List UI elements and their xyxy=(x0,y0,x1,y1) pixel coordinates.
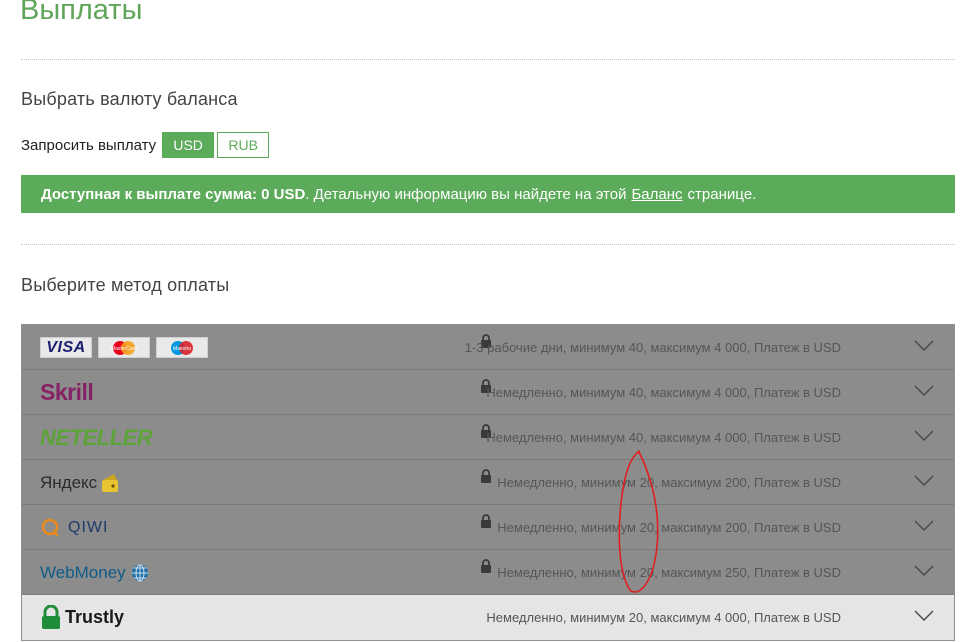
banner-amount: 0 USD xyxy=(261,185,306,203)
neteller-logo: NETELLER xyxy=(40,424,153,450)
yandex-logo: Яндекс xyxy=(40,460,120,505)
mastercard-logo: MasterCard xyxy=(98,337,150,358)
payment-method-yandex[interactable]: Яндекс Немедленно, минимум 20, максимум … xyxy=(22,460,954,505)
banner-prefix: Доступная к выплате сумма: xyxy=(41,185,257,203)
divider-top xyxy=(21,59,955,60)
banner-suffix: страницe. xyxy=(687,185,757,203)
qiwi-icon xyxy=(41,518,59,537)
methods-section-title: Выберите метод оплаты xyxy=(21,275,230,295)
visa-logo: VISA xyxy=(40,337,92,358)
payment-methods-list: VISA MasterCard Maestro 1-3 рабочие дни,… xyxy=(21,324,955,641)
lock-icon xyxy=(480,514,492,533)
payment-method-webmoney[interactable]: WebMoney Немедленно, минимум 20, максиму… xyxy=(22,550,954,595)
trustly-lock-icon xyxy=(42,604,60,629)
red-annotation-oval xyxy=(618,450,659,593)
skrill-logo: Skrill xyxy=(40,379,94,405)
cards-logo: VISA MasterCard Maestro xyxy=(40,325,214,370)
divider-middle xyxy=(21,244,955,245)
currency-usd-button[interactable]: USD xyxy=(162,132,215,158)
svg-text:MasterCard: MasterCard xyxy=(111,346,137,352)
chevron-down-icon[interactable] xyxy=(914,474,934,492)
webmoney-logo: WebMoney xyxy=(40,550,150,595)
banner-middle: . Детальную информацию вы найдете на это… xyxy=(305,185,627,203)
chevron-down-icon[interactable] xyxy=(914,609,934,627)
method-info: 1-3 рабочие дни, минимум 40, максимум 4 … xyxy=(464,340,841,355)
qiwi-logo: QIWI xyxy=(40,505,108,550)
chevron-down-icon[interactable] xyxy=(914,564,934,582)
chevron-down-icon[interactable] xyxy=(914,429,934,447)
method-info: Немедленно, минимум 40, максимум 4 000, … xyxy=(486,430,841,445)
page-title: Выплаты xyxy=(20,0,143,26)
balance-banner: Доступная к выплате сумма: 0 USD. Деталь… xyxy=(21,175,955,213)
payment-method-qiwi[interactable]: QIWI Немедленно, минимум 20, максимум 20… xyxy=(22,505,954,550)
method-info: Немедленно, минимум 40, максимум 4 000, … xyxy=(486,385,841,400)
payment-method-skrill[interactable]: Skrill Немедленно, минимум 40, максимум … xyxy=(22,370,954,415)
method-info: Немедленно, минимум 20, максимум 4 000, … xyxy=(486,610,841,625)
currency-section-title: Выбрать валюту баланса xyxy=(21,89,238,109)
payment-method-cards[interactable]: VISA MasterCard Maestro 1-3 рабочие дни,… xyxy=(22,325,954,370)
svg-text:Maestro: Maestro xyxy=(173,346,191,352)
balance-link[interactable]: Баланс xyxy=(631,186,682,203)
chevron-down-icon[interactable] xyxy=(914,384,934,402)
globe-icon xyxy=(131,564,148,581)
chevron-down-icon[interactable] xyxy=(914,339,934,357)
request-payout-label: Запросить выплату xyxy=(21,136,157,154)
trustly-logo: Trustly xyxy=(40,595,124,640)
currency-selector: Запросить выплату USD RUB xyxy=(21,131,270,159)
lock-icon xyxy=(480,559,492,578)
maestro-logo: Maestro xyxy=(156,337,208,358)
payment-method-trustly[interactable]: Trustly Немедленно, минимум 20, максимум… xyxy=(22,595,954,640)
lock-icon xyxy=(480,469,492,488)
payment-method-neteller[interactable]: NETELLER Немедленно, минимум 40, максиму… xyxy=(22,415,954,460)
chevron-down-icon[interactable] xyxy=(914,519,934,537)
yandex-wallet-icon xyxy=(102,473,119,492)
currency-rub-button[interactable]: RUB xyxy=(217,132,270,158)
